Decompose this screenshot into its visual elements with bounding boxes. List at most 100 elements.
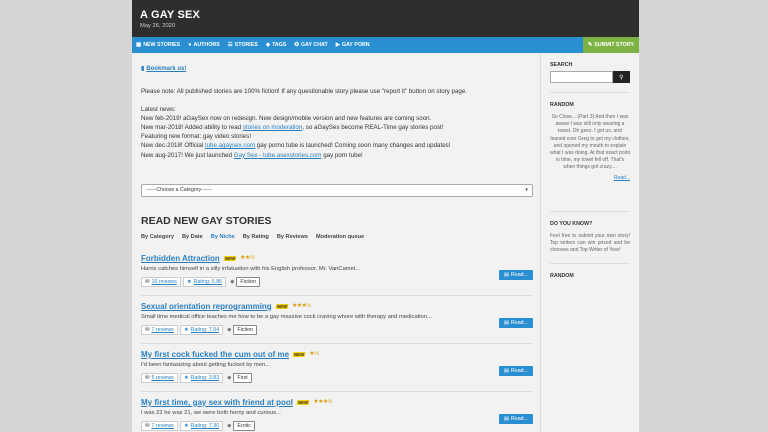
news-heading: Latest news: (141, 105, 176, 113)
story-summary: Harris catches himself in a silly infatu… (141, 265, 360, 272)
reviews-badge[interactable]: ✉ 5 reviews (141, 372, 178, 383)
stories-heading: READ NEW GAY STORIES (141, 214, 272, 227)
story-title[interactable]: My first time, gay sex with friend at po… (141, 398, 293, 407)
sort-by-reviews[interactable]: By Reviews (277, 234, 308, 240)
sort-moderation-queue[interactable]: Moderation queue (316, 234, 364, 240)
sort-by-niche[interactable]: By Niche (211, 234, 235, 240)
tag-icon: ◆ (227, 422, 232, 429)
document-icon: ▤ (503, 415, 509, 422)
read-label: Read... (510, 415, 528, 422)
story-tag[interactable]: Fiction (236, 276, 260, 287)
news-text: New aug-2017! We just launched (141, 151, 234, 159)
nav-gay-porn[interactable]: ▶ GAY PORN (332, 37, 374, 53)
news-line: New mar-2018! Added ability to read stor… (141, 123, 531, 132)
asexstories-tube-link[interactable]: Gay Sex - tube.asexstories.com (234, 152, 322, 159)
story-summary: I'd been fantasizing about getting fucke… (141, 361, 271, 368)
read-button[interactable]: ▤ Read... (498, 269, 533, 280)
story-title[interactable]: Sexual orientation reprogramming (141, 302, 272, 311)
main-content: ▮ Bookmark us! Please note: All published… (132, 53, 541, 432)
news-line: New feb-2019! aGaySex now on redesign. N… (141, 114, 432, 122)
reviews-count: 7 reviews (151, 326, 174, 333)
moderation-link[interactable]: stories on moderation (243, 124, 303, 131)
read-button[interactable]: ▤ Read... (498, 317, 533, 328)
rating-badge[interactable]: ★ Rating: 5.86 (182, 276, 227, 287)
nav-label: TAGS (272, 42, 287, 48)
sort-by-date[interactable]: By Date (182, 234, 203, 240)
read-button[interactable]: ▤ Read... (498, 413, 533, 424)
page-container: A GAY SEX May 26, 2020 ▦ NEW STORIES ● AUT… (132, 0, 639, 432)
rating-badge[interactable]: ★ Rating: 7.54 (179, 324, 224, 335)
new-badge: NEW (292, 351, 306, 357)
nav-new-stories[interactable]: ▦ NEW STORIES (132, 37, 184, 53)
rating-value: Rating: 7.54 (190, 326, 220, 333)
random-label: RANDOM (550, 102, 574, 108)
sort-by-category[interactable]: By Category (141, 234, 174, 240)
site-title[interactable]: A GAY SEX (140, 9, 639, 21)
nav-label: GAY CHAT (301, 42, 328, 48)
nav-label: AUTHORS (193, 42, 220, 48)
sort-by-rating[interactable]: By Rating (243, 234, 269, 240)
edit-icon: ✎ (587, 42, 593, 48)
story-tag[interactable]: First (233, 372, 252, 383)
rating-badge[interactable]: ★ Rating: 7.30 (179, 420, 224, 431)
rating-value: Rating: 7.30 (190, 422, 220, 429)
user-icon: ● (188, 42, 192, 48)
category-select-value: ------Choose a Category------ (146, 187, 212, 194)
reviews-badge[interactable]: ✉ 16 reviews (141, 276, 181, 287)
random-read-link[interactable]: Read... (550, 175, 630, 181)
tags-icon: ◆ (265, 42, 271, 48)
star-icon: ★ (186, 278, 192, 285)
story-tag[interactable]: Erotic (233, 420, 255, 431)
reviews-badge[interactable]: ✉ 7 reviews (141, 420, 178, 431)
document-icon: ▤ (503, 271, 509, 278)
site-date: May 26, 2020 (140, 23, 176, 29)
search-label: SEARCH (550, 62, 573, 68)
comments-icon: ✉ (145, 374, 150, 381)
read-button[interactable]: ▤ Read... (498, 365, 533, 376)
tag-icon: ◆ (230, 278, 235, 285)
new-badge: NEW (275, 303, 289, 309)
search-form: ⚲ (550, 71, 630, 83)
story-item: My first time, gay sex with friend at po… (141, 392, 533, 432)
search-button[interactable]: ⚲ (612, 71, 630, 83)
submit-story-button[interactable]: ✎ SUBMIT STORY (582, 37, 639, 53)
story-title[interactable]: Forbidden Attraction (141, 254, 220, 263)
list-icon: ☰ (227, 42, 233, 48)
nav-stories[interactable]: ☰ STORIES (224, 37, 262, 53)
news-line: New aug-2017! We just launched Gay Sex -… (141, 151, 531, 160)
story-item: My first cock fucked the cum out of me NE… (141, 344, 533, 392)
submit-label: SUBMIT STORY (594, 42, 634, 48)
nav-gay-chat[interactable]: ✪ GAY CHAT (290, 37, 331, 53)
bookmark-link[interactable]: ▮ Bookmark us! (141, 65, 531, 73)
story-item: Sexual orientation reprogramming NEW ★★★½ … (141, 296, 533, 344)
tube-link[interactable]: tube.agaysex.com (205, 142, 255, 149)
rating-value: Rating: 5.86 (193, 278, 223, 285)
category-select[interactable]: ------Choose a Category------ ▾ (141, 183, 533, 197)
random-story-excerpt: So Close... (Part 3) And then I was awar… (550, 114, 630, 171)
story-list: Forbidden Attraction NEW ★★½ Harris catche… (141, 248, 533, 432)
reviews-count: 16 reviews (151, 278, 177, 285)
divider (550, 92, 630, 93)
nav-authors[interactable]: ● AUTHORS (184, 37, 224, 53)
did-you-know-text: Feel free to submit your own story! Top … (550, 232, 630, 253)
site-header: A GAY SEX May 26, 2020 (132, 0, 639, 37)
story-tag[interactable]: Fiction (233, 324, 257, 335)
rating-stars: ★★½ (240, 255, 255, 262)
rating-badge[interactable]: ★ Rating: 3.83 (179, 372, 224, 383)
nav-label: GAY PORN (341, 42, 370, 48)
read-label: Read... (510, 271, 528, 278)
story-title[interactable]: My first cock fucked the cum out of me (141, 350, 289, 359)
reviews-count: 5 reviews (151, 374, 174, 381)
story-summary: I was 22 he was 21, we were both horny a… (141, 409, 281, 416)
news-text: gay porno tube is launched! Coming soon … (255, 142, 451, 150)
sidebar: SEARCH ⚲ RANDOM So Close... (Part 3) And… (542, 53, 639, 432)
bookmark-label: Bookmark us! (146, 65, 187, 72)
fiction-note: Please note: All published stories are 1… (141, 88, 467, 95)
reviews-badge[interactable]: ✉ 7 reviews (141, 324, 178, 335)
search-input[interactable] (550, 71, 613, 83)
nav-tags[interactable]: ◆ TAGS (262, 37, 291, 53)
new-badge: NEW (296, 399, 310, 405)
document-icon: ▤ (503, 367, 509, 374)
rating-stars: ★★★½ (313, 399, 333, 406)
random-read-label: Read... (613, 174, 630, 181)
